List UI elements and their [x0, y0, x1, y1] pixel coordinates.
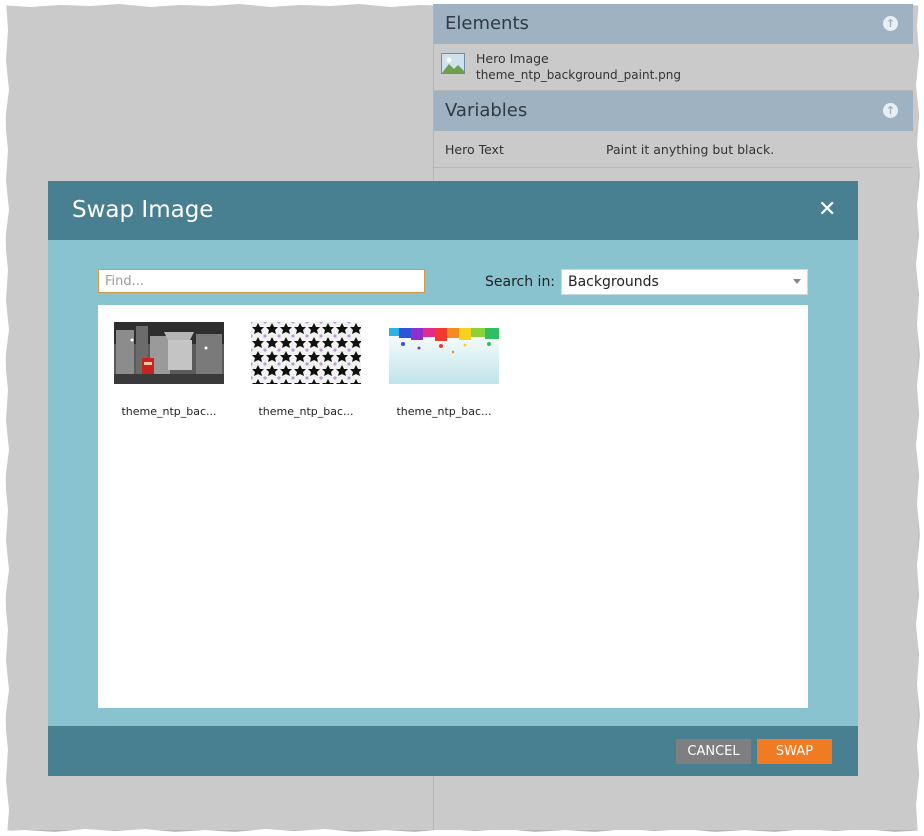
chevron-down-icon — [793, 279, 801, 284]
elements-section-header[interactable]: Elements ↑ — [434, 4, 913, 44]
search-in-select[interactable]: Backgrounds — [561, 269, 808, 295]
image-thumbnail-city — [114, 322, 224, 384]
find-input[interactable] — [98, 269, 425, 293]
variable-row[interactable]: Hero Text Paint it anything but black. — [434, 131, 913, 168]
variable-value: Paint it anything but black. — [606, 142, 775, 157]
torn-edge-right — [916, 0, 924, 836]
element-item-hero-image[interactable]: Hero Image theme_ntp_background_paint.pn… — [434, 44, 913, 91]
dialog-header: Swap Image ✕ — [48, 181, 858, 240]
image-tile[interactable]: theme_ntp_bac... — [382, 322, 506, 422]
cancel-button[interactable]: CANCEL — [676, 739, 751, 764]
image-tile[interactable]: theme_ntp_bac... — [107, 322, 231, 422]
variable-name: Hero Text — [445, 142, 504, 157]
image-gallery: theme_ntp_bac... theme_ntp_bac... theme_… — [98, 305, 808, 708]
variables-section-header[interactable]: Variables ↑ — [434, 91, 913, 131]
image-thumbnail-pattern — [251, 322, 361, 384]
image-icon — [441, 53, 465, 74]
collapse-arrow-icon[interactable]: ↑ — [883, 16, 898, 31]
search-in-label: Search in: — [485, 274, 556, 290]
collapse-arrow-icon[interactable]: ↑ — [883, 103, 898, 118]
elements-header-label: Elements — [445, 13, 529, 34]
swap-image-dialog: Swap Image ✕ Search in: Backgrounds — [48, 181, 858, 776]
image-thumbnail-paint — [389, 328, 499, 384]
image-caption: theme_ntp_bac... — [396, 405, 492, 418]
image-tile[interactable]: theme_ntp_bac... — [244, 322, 368, 422]
search-in-value: Backgrounds — [568, 274, 659, 290]
variables-header-label: Variables — [445, 100, 528, 121]
element-name: Hero Image — [476, 51, 549, 66]
dialog-title: Swap Image — [72, 197, 214, 223]
swap-button[interactable]: SWAP — [757, 739, 832, 764]
torn-edge-left — [0, 0, 9, 836]
image-caption: theme_ntp_bac... — [258, 405, 354, 418]
close-icon[interactable]: ✕ — [818, 199, 836, 221]
image-caption: theme_ntp_bac... — [121, 405, 217, 418]
element-file: theme_ntp_background_paint.png — [476, 68, 681, 82]
dialog-footer: CANCEL SWAP — [48, 726, 858, 776]
